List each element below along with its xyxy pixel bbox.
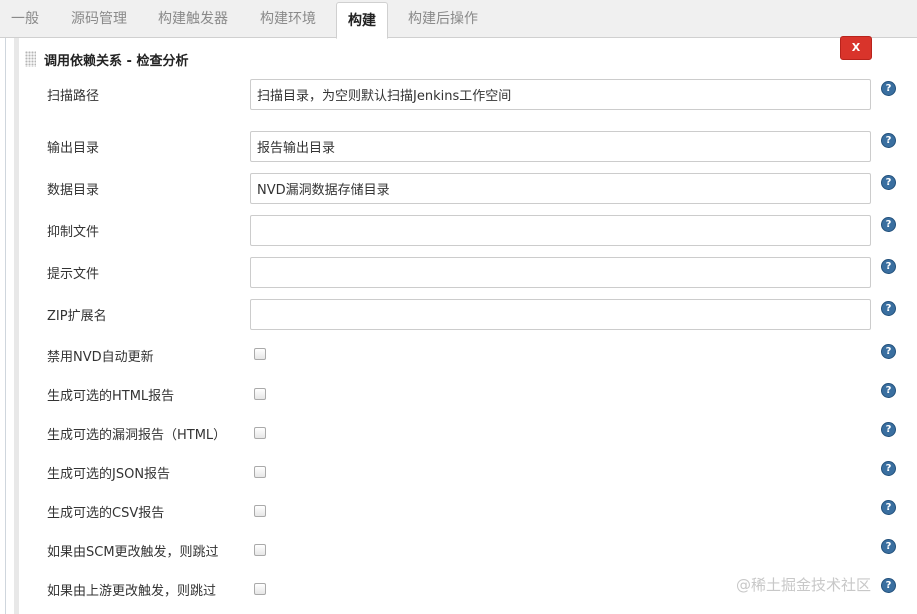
scan-path-label: 扫描路径 [47, 89, 100, 104]
section-title: 调用依赖关系 - 检查分析 [44, 54, 189, 69]
vuln-html-report-label: 生成可选的漏洞报告（HTML） [47, 428, 227, 443]
disable-nvd-update-help-icon[interactable]: ? [881, 344, 896, 359]
output-dir-input[interactable] [250, 131, 871, 162]
csv-report-help-icon[interactable]: ? [881, 500, 896, 515]
vuln-html-report-checkbox[interactable] [254, 427, 266, 439]
json-report-checkbox[interactable] [254, 466, 266, 478]
html-report-help-icon[interactable]: ? [881, 383, 896, 398]
zip-extensions-input[interactable] [250, 299, 871, 330]
disable-nvd-update-checkbox[interactable] [254, 348, 266, 360]
output-dir-label: 输出目录 [47, 141, 100, 156]
delete-step-button[interactable]: X [840, 36, 872, 60]
output-dir-help-icon[interactable]: ? [881, 133, 896, 148]
zip-extensions-help-icon[interactable]: ? [881, 301, 896, 316]
html-report-label: 生成可选的HTML报告 [47, 389, 175, 404]
csv-report-checkbox[interactable] [254, 505, 266, 517]
csv-report-label: 生成可选的CSV报告 [47, 506, 165, 521]
section-rail-outer [5, 38, 6, 614]
tab-post-build[interactable]: 构建后操作 [394, 0, 492, 38]
config-tab-bar: 一般 源码管理 构建触发器 构建环境 构建 构建后操作 [0, 0, 917, 39]
scan-path-help-icon[interactable]: ? [881, 81, 896, 96]
hint-file-input[interactable] [250, 257, 871, 288]
skip-on-scm-change-checkbox[interactable] [254, 544, 266, 556]
tab-build[interactable]: 构建 [336, 2, 388, 39]
skip-on-upstream-change-help-icon[interactable]: ? [881, 578, 896, 593]
data-dir-input[interactable] [250, 173, 871, 204]
scan-path-input[interactable] [250, 79, 871, 110]
hint-file-help-icon[interactable]: ? [881, 259, 896, 274]
tab-general[interactable]: 一般 [0, 0, 50, 38]
json-report-help-icon[interactable]: ? [881, 461, 896, 476]
data-dir-help-icon[interactable]: ? [881, 175, 896, 190]
tab-scm[interactable]: 源码管理 [56, 0, 142, 38]
tab-build-environment[interactable]: 构建环境 [246, 0, 330, 38]
tab-build-triggers[interactable]: 构建触发器 [146, 0, 240, 38]
suppression-file-label: 抑制文件 [47, 225, 100, 240]
section-rail-inner [14, 38, 19, 614]
vuln-html-report-help-icon[interactable]: ? [881, 422, 896, 437]
hint-file-label: 提示文件 [47, 267, 100, 282]
skip-on-scm-change-label: 如果由SCM更改触发，则跳过 [47, 545, 219, 560]
skip-on-upstream-change-label: 如果由上游更改触发，则跳过 [47, 584, 217, 599]
zip-extensions-label: ZIP扩展名 [47, 309, 107, 324]
skip-on-scm-change-help-icon[interactable]: ? [881, 539, 896, 554]
watermark: @稀土掘金技术社区 [736, 576, 872, 594]
html-report-checkbox[interactable] [254, 388, 266, 400]
suppression-file-input[interactable] [250, 215, 871, 246]
drag-handle-icon[interactable] [25, 51, 36, 67]
suppression-file-help-icon[interactable]: ? [881, 217, 896, 232]
data-dir-label: 数据目录 [47, 183, 100, 198]
json-report-label: 生成可选的JSON报告 [47, 467, 171, 482]
skip-on-upstream-change-checkbox[interactable] [254, 583, 266, 595]
disable-nvd-update-label: 禁用NVD自动更新 [47, 350, 154, 365]
